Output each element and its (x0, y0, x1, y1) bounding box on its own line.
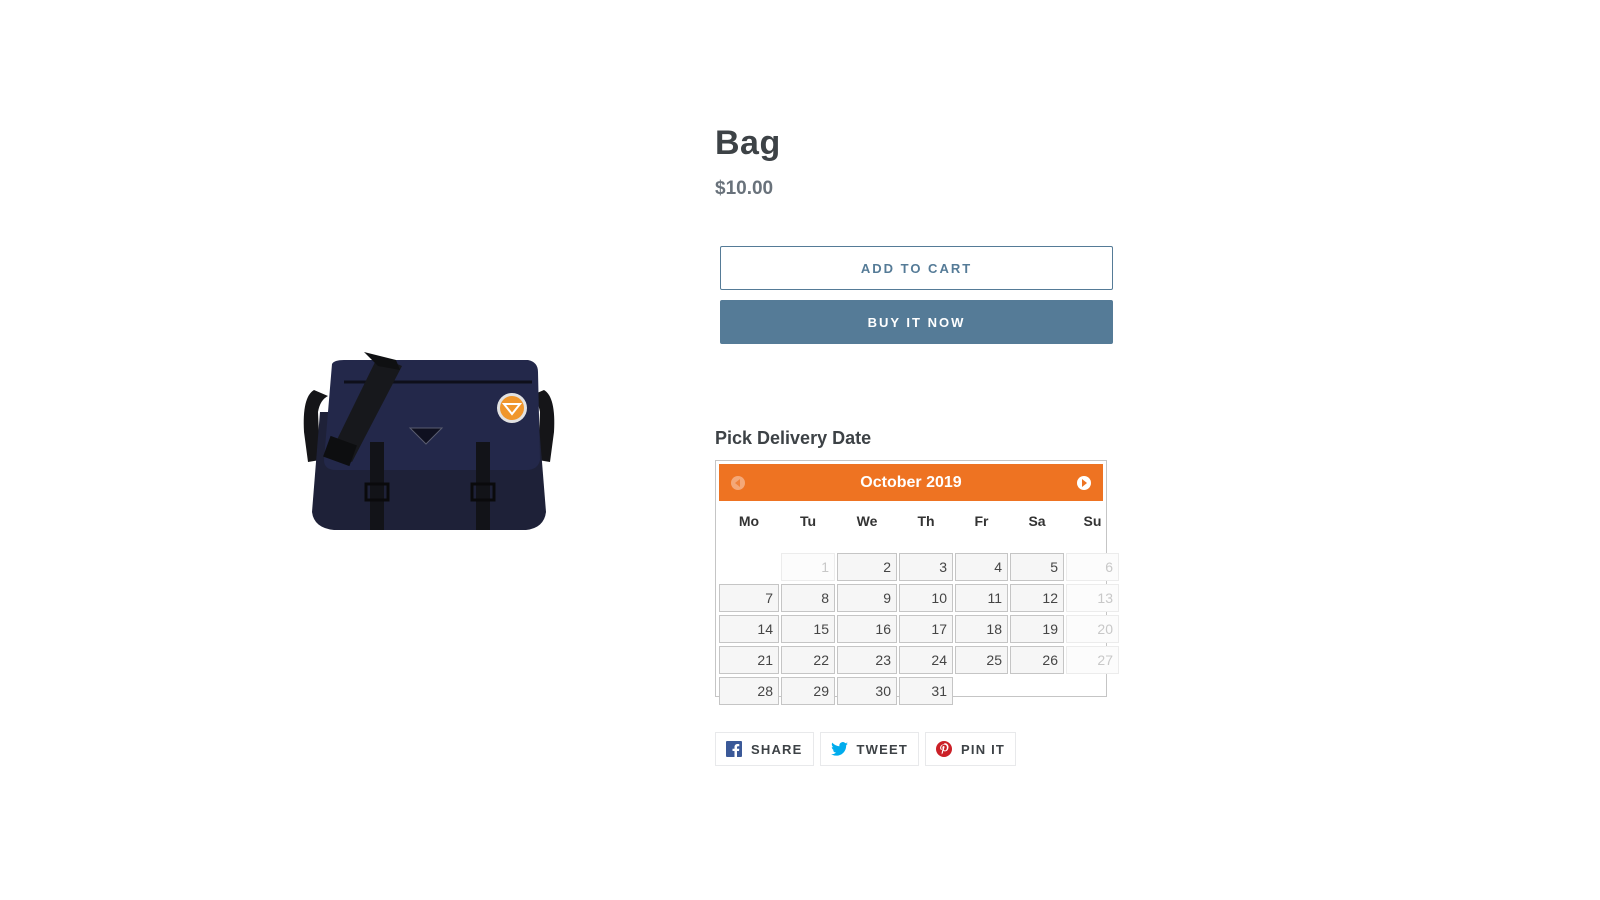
calendar-spacer (719, 544, 1119, 550)
calendar-day[interactable]: 9 (837, 584, 897, 612)
bag-illustration (303, 352, 555, 530)
product-title: Bag (715, 124, 781, 162)
weekday-header: Fr (974, 513, 989, 529)
calendar-month-label: October 2019 (860, 473, 962, 491)
calendar-day[interactable]: 24 (899, 646, 953, 674)
calendar-day[interactable]: 7 (719, 584, 779, 612)
calendar-header: October 2019 (719, 464, 1103, 501)
share-pinterest-label: PIN IT (961, 741, 1006, 757)
calendar-day[interactable]: 23 (837, 646, 897, 674)
calendar-day[interactable]: 22 (781, 646, 835, 674)
chevron-right-circle-icon[interactable] (1076, 475, 1091, 490)
weekday-header: Tu (799, 513, 817, 529)
calendar-day[interactable]: 18 (955, 615, 1008, 643)
calendar-empty-cell (1010, 677, 1064, 705)
calendar-empty-cell (1066, 677, 1119, 705)
share-twitter-button[interactable]: TWEET (819, 732, 920, 766)
calendar-day[interactable]: 21 (719, 646, 779, 674)
calendar-day[interactable]: 10 (899, 584, 953, 612)
weekday-header: Th (917, 513, 935, 529)
calendar-day[interactable]: 17 (899, 615, 953, 643)
calendar-day[interactable]: 12 (1010, 584, 1064, 612)
calendar-day[interactable]: 2 (837, 553, 897, 581)
calendar-day[interactable]: 26 (1010, 646, 1064, 674)
calendar-day-disabled: 6 (1066, 553, 1119, 581)
delivery-datepicker: October 2019 Mo Tu We Th Fr Sa Su 1 2 3 4 5 6 7 8 9 10 11… (715, 460, 1119, 705)
buy-it-now-button[interactable]: BUY IT NOW (720, 300, 1113, 344)
share-facebook-label: SHARE (751, 741, 803, 757)
calendar-day[interactable]: 19 (1010, 615, 1064, 643)
calendar-empty-cell (955, 677, 1008, 705)
product-image (300, 352, 558, 534)
calendar-day-disabled: 20 (1066, 615, 1119, 643)
calendar-day[interactable]: 31 (899, 677, 953, 705)
calendar-day[interactable]: 30 (837, 677, 897, 705)
calendar-day[interactable]: 14 (719, 615, 779, 643)
share-facebook-button[interactable]: SHARE (715, 732, 814, 766)
calendar-day-disabled: 1 (781, 553, 835, 581)
add-to-cart-button[interactable]: ADD TO CART (720, 246, 1113, 290)
calendar-day[interactable]: 25 (955, 646, 1008, 674)
pinterest-icon (936, 741, 953, 757)
calendar-day[interactable]: 4 (955, 553, 1008, 581)
calendar-empty-cell (719, 553, 779, 581)
share-twitter-label: TWEET (856, 741, 909, 757)
share-pinterest-button[interactable]: PIN IT (925, 732, 1017, 766)
chevron-left-circle-icon[interactable] (731, 475, 745, 490)
delivery-date-label: Pick Delivery Date (715, 428, 872, 448)
weekday-header: Sa (1028, 513, 1046, 529)
calendar-grid: Mo Tu We Th Fr Sa Su 1 2 3 4 5 6 7 8 9 10 11 12 13 14 15 16 17 1… (719, 501, 1119, 705)
facebook-icon (726, 741, 742, 757)
calendar-day[interactable]: 8 (781, 584, 835, 612)
calendar-day[interactable]: 11 (955, 584, 1008, 612)
weekday-header: Mo (738, 513, 760, 529)
calendar-day-disabled: 13 (1066, 584, 1119, 612)
twitter-icon (830, 742, 848, 756)
calendar-day-disabled: 27 (1066, 646, 1119, 674)
calendar-day[interactable]: 5 (1010, 553, 1064, 581)
calendar-day[interactable]: 28 (719, 677, 779, 705)
social-share: SHARE TWEET PIN IT (715, 732, 1017, 766)
weekday-header: Su (1083, 513, 1102, 529)
calendar-day[interactable]: 15 (781, 615, 835, 643)
calendar-day[interactable]: 3 (899, 553, 953, 581)
weekday-header: We (856, 513, 878, 529)
calendar-day[interactable]: 16 (837, 615, 897, 643)
product-price: $10.00 (715, 178, 774, 199)
calendar-day[interactable]: 29 (781, 677, 835, 705)
